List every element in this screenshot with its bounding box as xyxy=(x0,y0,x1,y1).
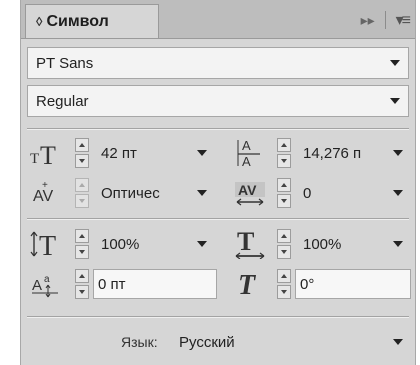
baseline-shift-icon: A a xyxy=(27,269,67,299)
skew-field[interactable]: 0° xyxy=(295,269,411,299)
svg-text:+: + xyxy=(42,180,48,191)
svg-text:T: T xyxy=(238,270,257,300)
font-style-value: Regular xyxy=(36,92,89,110)
character-panel: ◊ Символ ▸▸ ▾≡ PT Sans Regular T T 42 пт… xyxy=(20,0,416,365)
leading-field[interactable]: 14,276 п xyxy=(299,138,411,168)
skew-stepper[interactable] xyxy=(277,269,291,299)
tab-character[interactable]: ◊ Символ xyxy=(25,4,159,38)
section-divider xyxy=(27,128,409,130)
horizontal-scale-value: 100% xyxy=(303,235,342,253)
baseline-shift-field[interactable]: 0 пт xyxy=(93,269,217,299)
font-size-stepper[interactable] xyxy=(75,138,89,168)
tab-expand-icon[interactable]: ◊ xyxy=(36,14,42,29)
vertical-scale-field[interactable]: 100% xyxy=(97,229,215,259)
vertical-scale-icon: T xyxy=(27,229,67,259)
horizontal-scale-field[interactable]: 100% xyxy=(299,229,411,259)
font-family-dropdown[interactable]: PT Sans xyxy=(27,47,409,79)
panel-tab-bar: ◊ Символ ▸▸ ▾≡ xyxy=(21,0,415,39)
svg-text:a: a xyxy=(44,274,50,285)
kerning-field[interactable]: Оптичес xyxy=(97,178,215,208)
svg-text:A: A xyxy=(242,154,251,169)
skew-icon: T xyxy=(231,267,271,301)
kerning-stepper[interactable] xyxy=(75,178,89,208)
tracking-field[interactable]: 0 xyxy=(299,178,411,208)
chevron-down-icon[interactable] xyxy=(390,60,400,66)
kerning-icon: AV + xyxy=(27,178,67,208)
leading-stepper[interactable] xyxy=(277,138,291,168)
kerning-value: Оптичес xyxy=(101,184,160,202)
chevron-down-icon[interactable] xyxy=(393,241,403,247)
tab-bar-divider xyxy=(384,11,386,29)
chevron-down-icon[interactable] xyxy=(197,190,207,196)
vertical-scale-stepper[interactable] xyxy=(75,229,89,259)
language-dropdown[interactable]: Русский xyxy=(171,326,411,358)
section-divider xyxy=(27,316,409,318)
chevron-down-icon[interactable] xyxy=(197,150,207,156)
collapse-panel-icon[interactable]: ▸▸ xyxy=(361,12,375,29)
svg-text:T: T xyxy=(30,151,39,166)
svg-text:A: A xyxy=(32,277,42,294)
baseline-shift-value: 0 пт xyxy=(98,275,126,293)
font-family-value: PT Sans xyxy=(36,54,94,72)
tab-title: Символ xyxy=(46,12,109,30)
svg-text:AV: AV xyxy=(238,182,257,198)
svg-text:A: A xyxy=(242,138,251,153)
font-size-icon: T T xyxy=(27,138,67,168)
chevron-down-icon[interactable] xyxy=(390,98,400,104)
tracking-stepper[interactable] xyxy=(277,178,291,208)
tracking-value: 0 xyxy=(303,184,312,202)
language-value: Русский xyxy=(179,333,235,351)
chevron-down-icon[interactable] xyxy=(393,150,403,156)
chevron-down-icon[interactable] xyxy=(393,339,403,345)
panel-menu-icon[interactable]: ▾≡ xyxy=(396,10,411,30)
svg-text:T: T xyxy=(39,231,56,258)
section-divider xyxy=(27,218,409,220)
chevron-down-icon[interactable] xyxy=(197,241,207,247)
horizontal-scale-icon: T xyxy=(231,229,271,259)
leading-icon: A A xyxy=(231,136,267,170)
font-size-value: 42 пт xyxy=(101,144,137,162)
font-style-dropdown[interactable]: Regular xyxy=(27,85,409,117)
vertical-scale-value: 100% xyxy=(101,235,140,253)
chevron-down-icon[interactable] xyxy=(393,190,403,196)
svg-text:T: T xyxy=(237,229,254,256)
language-label: Язык: xyxy=(121,334,158,350)
font-size-field[interactable]: 42 пт xyxy=(97,138,215,168)
tracking-icon: AV xyxy=(231,178,271,208)
skew-value: 0° xyxy=(300,275,315,293)
leading-value: 14,276 п xyxy=(303,144,362,162)
svg-text:T: T xyxy=(40,141,56,166)
baseline-shift-stepper[interactable] xyxy=(75,269,89,299)
tab-bar-controls: ▸▸ ▾≡ xyxy=(361,8,411,32)
horizontal-scale-stepper[interactable] xyxy=(277,229,291,259)
